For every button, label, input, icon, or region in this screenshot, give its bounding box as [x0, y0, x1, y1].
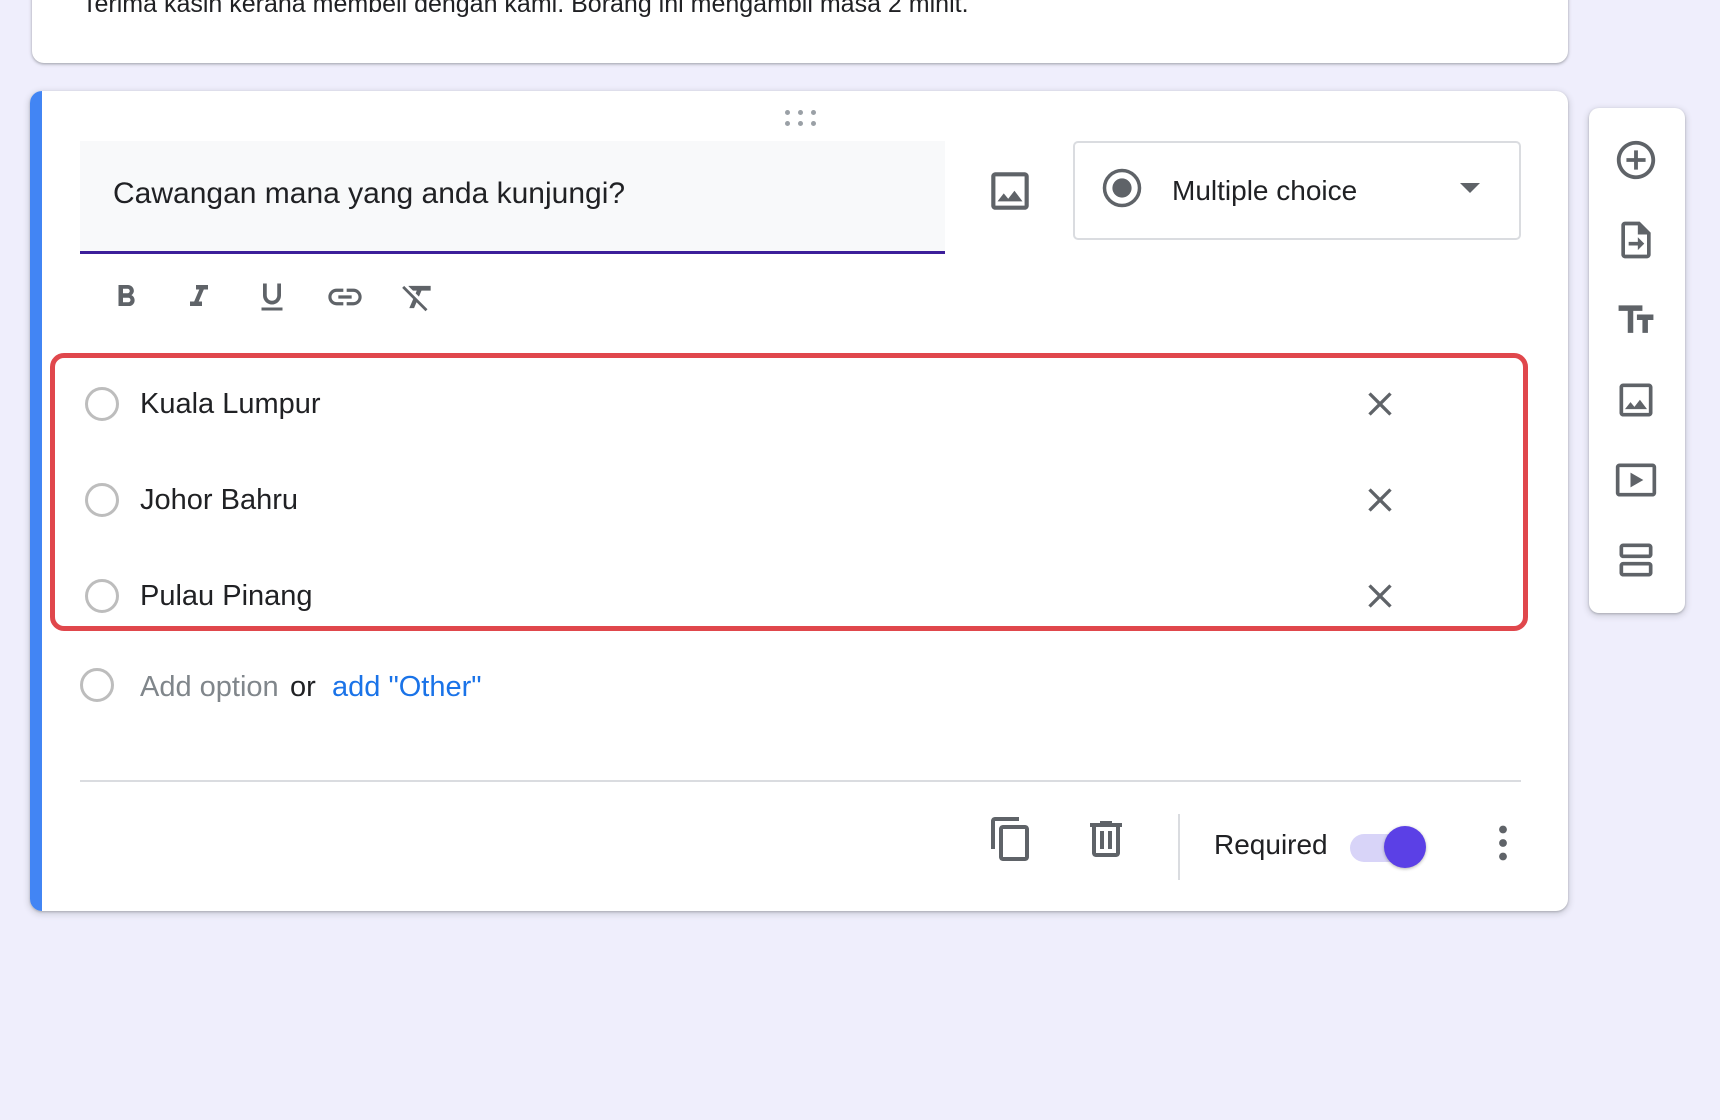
add-video-icon — [1615, 463, 1657, 497]
radio-circle-icon — [80, 668, 114, 702]
add-image-to-question-button[interactable] — [985, 166, 1035, 216]
add-option-input[interactable]: Add option — [140, 671, 279, 704]
underline-button[interactable] — [248, 273, 296, 321]
italic-icon — [190, 285, 208, 306]
clear-formatting-icon — [402, 285, 431, 312]
option-row[interactable]: Johor Bahru — [55, 462, 1523, 542]
question-type-label: Multiple choice — [1172, 175, 1358, 206]
import-questions-icon — [1621, 221, 1651, 259]
options-list-highlight: Kuala Lumpur Johor Bahru Pulau Pinang — [50, 353, 1528, 631]
link-button[interactable] — [321, 273, 369, 321]
footer-divider — [80, 780, 1521, 782]
toggle-knob — [1384, 826, 1426, 868]
duplicate-button[interactable] — [987, 813, 1035, 865]
side-toolbar — [1589, 108, 1685, 613]
add-other-link[interactable]: add "Other" — [332, 671, 482, 704]
add-image-button[interactable] — [1611, 375, 1661, 425]
add-question-button[interactable] — [1611, 135, 1661, 185]
footer-separator — [1178, 814, 1180, 880]
form-header-card: Terima kasih kerana membeli dengan kami.… — [32, 0, 1568, 63]
bold-button[interactable] — [102, 273, 150, 321]
radio-circle-icon — [85, 387, 119, 421]
required-label: Required — [1214, 829, 1328, 860]
required-toggle[interactable] — [1350, 826, 1430, 872]
duplicate-icon — [991, 817, 1029, 861]
more-options-button[interactable] — [1485, 819, 1521, 867]
clear-formatting-button[interactable] — [394, 273, 442, 321]
radio-button-checked-icon — [1102, 168, 1142, 208]
bold-icon — [118, 285, 135, 306]
add-section-icon — [1619, 543, 1653, 577]
add-section-button[interactable] — [1611, 535, 1661, 585]
add-title-icon — [1618, 305, 1654, 333]
option-label[interactable]: Kuala Lumpur — [140, 388, 321, 421]
question-type-dropdown[interactable]: Multiple choice — [1073, 141, 1521, 240]
underline-icon — [261, 283, 283, 311]
option-row[interactable]: Kuala Lumpur — [55, 366, 1523, 446]
or-text: or — [290, 671, 316, 703]
close-icon[interactable] — [1360, 384, 1400, 424]
question-title-field[interactable]: Cawangan mana yang anda kunjungi? — [80, 141, 945, 254]
option-label[interactable]: Pulau Pinang — [140, 580, 313, 613]
add-question-icon — [1616, 140, 1656, 180]
add-video-button[interactable] — [1611, 455, 1661, 505]
close-icon[interactable] — [1360, 576, 1400, 616]
question-card[interactable]: Cawangan mana yang anda kunjungi? Multip… — [30, 91, 1568, 911]
link-icon — [328, 288, 362, 306]
form-description[interactable]: Terima kasih kerana membeli dengan kami.… — [82, 0, 969, 19]
delete-button[interactable] — [1082, 813, 1130, 865]
radio-circle-icon — [85, 579, 119, 613]
add-image-icon — [1619, 383, 1653, 417]
active-card-accent — [30, 91, 42, 911]
more-options-icon — [1499, 825, 1507, 861]
image-icon — [991, 172, 1029, 210]
italic-button[interactable] — [175, 273, 223, 321]
chevron-down-icon — [1460, 183, 1480, 193]
question-title-text: Cawangan mana yang anda kunjungi? — [113, 177, 626, 210]
radio-circle-icon — [85, 483, 119, 517]
close-icon[interactable] — [1360, 480, 1400, 520]
import-questions-button[interactable] — [1611, 215, 1661, 265]
option-row[interactable]: Pulau Pinang — [55, 558, 1523, 638]
add-title-button[interactable] — [1611, 295, 1661, 345]
option-label[interactable]: Johor Bahru — [140, 484, 298, 517]
delete-icon — [1090, 821, 1122, 857]
drag-handle-icon[interactable] — [785, 109, 821, 127]
